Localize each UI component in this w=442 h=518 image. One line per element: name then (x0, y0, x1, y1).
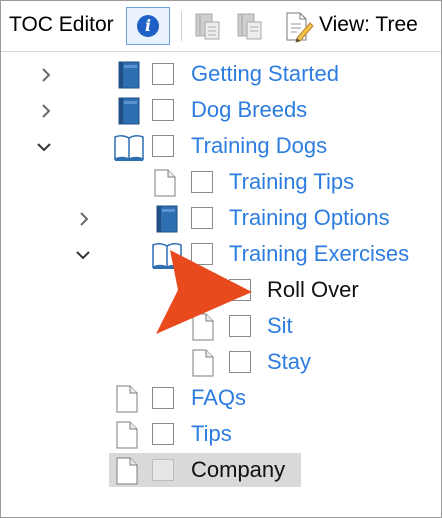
tree-item-company[interactable]: Company (1, 453, 441, 489)
tree-item-label: Training Dogs (191, 133, 328, 158)
book-closed-icon (156, 205, 178, 233)
tree-item-label: FAQs (191, 385, 247, 410)
tree-checkbox[interactable] (191, 207, 213, 229)
tree-item-label: Training Exercises (229, 241, 410, 266)
page-icon (116, 457, 138, 485)
info-icon: i (137, 15, 159, 37)
toc-editor-window: TOC Editor i View: Tree Getting Started … (0, 0, 442, 518)
tree-checkbox[interactable] (152, 423, 174, 445)
toolbar: TOC Editor i View: Tree (1, 1, 441, 52)
tree-item-tips[interactable]: Tips (1, 417, 441, 453)
tree-checkbox[interactable] (152, 135, 174, 157)
tree-item-label: Roll Over (267, 277, 359, 302)
tree-item-label: Stay (267, 349, 312, 374)
tree-item-training-tips[interactable]: Training Tips (1, 165, 441, 201)
toc-editor-title: TOC Editor (9, 13, 114, 36)
tree-item-faqs[interactable]: FAQs (1, 381, 441, 417)
tree-item-training-dogs[interactable]: Training Dogs (1, 129, 441, 165)
toolbar-separator (181, 11, 182, 41)
tree-item-getting-started[interactable]: Getting Started (1, 57, 441, 93)
add-page-icon[interactable] (235, 10, 265, 42)
tree-checkbox[interactable] (152, 99, 174, 121)
tree-item-label: Sit (267, 313, 293, 338)
tree-checkbox[interactable] (191, 171, 213, 193)
tree-item-training-options[interactable]: Training Options (1, 201, 441, 237)
add-book-icon[interactable] (193, 10, 223, 42)
page-icon (116, 385, 138, 413)
tree-item-label: Training Options (229, 205, 390, 230)
tree-item-label: Company (191, 457, 286, 482)
book-open-icon (114, 134, 144, 161)
chevron-right-icon[interactable] (37, 102, 55, 120)
annotation-arrow-icon (156, 250, 252, 334)
tree-checkbox[interactable] (229, 351, 251, 373)
tree-item-label: Training Tips (229, 169, 355, 194)
tree-checkbox[interactable] (152, 387, 174, 409)
info-button[interactable]: i (126, 7, 170, 45)
tree-item-label: Dog Breeds (191, 97, 308, 122)
view-tree-label[interactable]: View: Tree (319, 13, 418, 37)
chevron-down-icon[interactable] (74, 246, 92, 264)
tree-checkbox[interactable] (152, 63, 174, 85)
page-icon (116, 421, 138, 449)
book-closed-icon (118, 97, 140, 125)
page-icon (154, 169, 176, 197)
book-closed-icon (118, 61, 140, 89)
tree-item-label: Getting Started (191, 61, 339, 86)
chevron-right-icon[interactable] (75, 210, 93, 228)
chevron-right-icon[interactable] (37, 66, 55, 84)
page-icon (192, 349, 214, 377)
tree-item-label: Tips (191, 421, 232, 446)
tree-item-stay[interactable]: Stay (1, 345, 441, 381)
view-tree-icon[interactable] (283, 10, 315, 44)
tree-item-dog-breeds[interactable]: Dog Breeds (1, 93, 441, 129)
tree-checkbox[interactable] (152, 459, 174, 481)
chevron-down-icon[interactable] (35, 138, 53, 156)
